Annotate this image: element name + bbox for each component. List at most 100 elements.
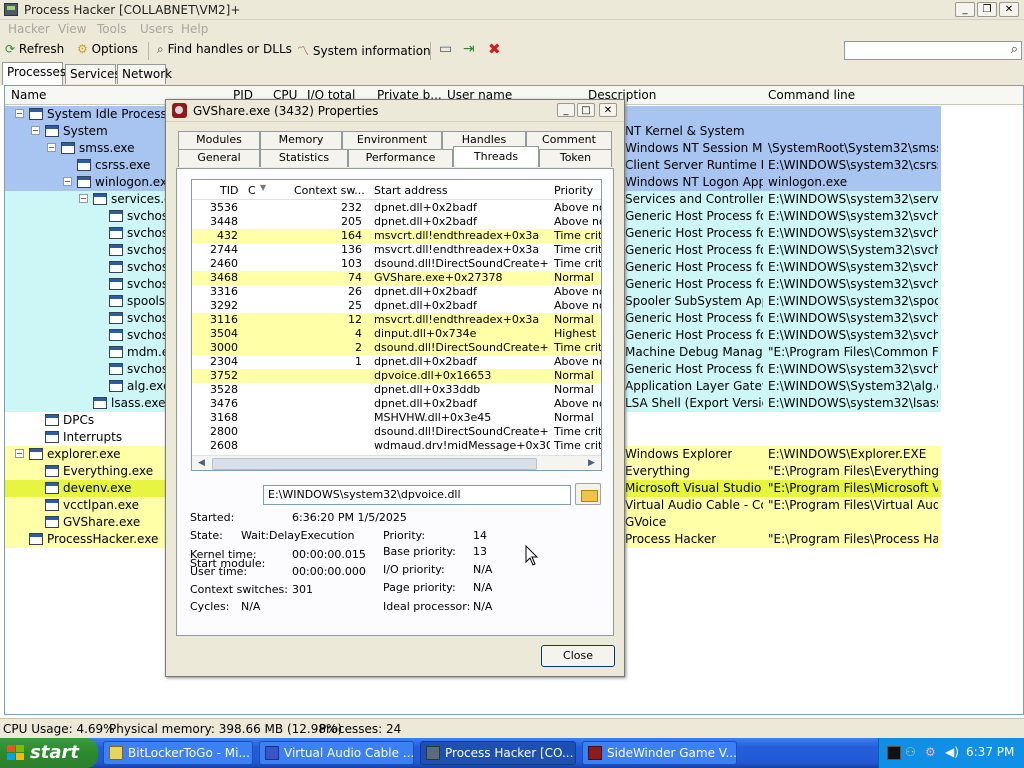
tab-threads[interactable]: Threads — [453, 146, 539, 167]
taskbar-item-sidewinder[interactable]: SideWinder Game V... — [582, 741, 737, 765]
column-priority[interactable]: Priority — [554, 184, 593, 197]
folder-icon[interactable] — [575, 483, 601, 505]
thread-row[interactable]: 3468 74 GVShare.exe+0x27378 Normal — [192, 271, 601, 285]
thread-row[interactable]: 432 164 msvcrt.dll!endthreadex+0x3a Time cr… — [192, 229, 601, 243]
expand-toggle-icon[interactable]: − — [15, 109, 24, 118]
thread-row[interactable]: 2744 136 msvcrt.dll!endthreadex+0x3a Time c… — [192, 243, 601, 257]
process-icon — [109, 380, 123, 392]
process-description: Everything — [625, 464, 690, 478]
start-module-field[interactable]: E:\WINDOWS\system32\dpvoice.dll — [263, 485, 571, 505]
taskbar-item-virtual-audio-cable[interactable]: Virtual Audio Cable ... — [259, 741, 414, 765]
close-button[interactable]: Close — [541, 645, 615, 667]
menu-view[interactable]: View — [58, 22, 86, 36]
column-command-line[interactable]: Command line — [768, 88, 855, 102]
thread-tid: 2304 — [210, 355, 238, 368]
column-start-address[interactable]: Start address — [374, 184, 448, 197]
window-go-icon[interactable]: ⇥ — [463, 41, 475, 57]
thread-row[interactable]: 2800 dsound.dll!DirectSoundCreate+... Time… — [192, 425, 601, 439]
tab-general[interactable]: General — [178, 149, 260, 167]
scroll-thumb[interactable] — [212, 458, 537, 470]
search-input[interactable]: ⌕ — [844, 41, 1022, 60]
process-name: Everything.exe — [63, 464, 154, 478]
thread-row[interactable]: 3168 MSHVHW.dll+0x3e45 Normal — [192, 411, 601, 425]
thread-context-switches: 4 — [355, 327, 362, 340]
process-icon — [77, 176, 91, 188]
expand-toggle-icon[interactable]: − — [63, 177, 72, 186]
tray-network-icon[interactable]: ⚇ — [905, 745, 916, 759]
maximize-button[interactable]: ❐ — [977, 2, 997, 17]
threads-horizontal-scrollbar[interactable]: ◀ ▶ — [192, 455, 601, 470]
process-command-line: E:\WINDOWS\system32\svch... — [768, 260, 938, 274]
options-label: Options — [91, 42, 138, 56]
thread-priority: Above no... — [554, 355, 601, 368]
taskbar-item-bitlocker[interactable]: BitLockerToGo - Mi... — [103, 741, 253, 765]
expand-toggle-icon[interactable]: − — [79, 194, 88, 203]
tray-volume-icon[interactable]: ◀) — [945, 745, 959, 759]
process-icon — [45, 516, 59, 528]
tab-memory[interactable]: Memory — [260, 131, 342, 149]
thread-row[interactable]: 3528 dpnet.dll+0x33ddb Normal — [192, 383, 601, 397]
minimize-button[interactable]: _ — [955, 2, 975, 17]
thread-row[interactable]: 3000 2 dsound.dll!DirectSoundCreate+... Tim… — [192, 341, 601, 355]
thread-row[interactable]: 3316 26 dpnet.dll+0x2badf Above no... — [192, 285, 601, 299]
find-handles-button[interactable]: ⌕ Find handles or DLLs — [157, 42, 292, 57]
thread-row[interactable]: 2460 103 dsound.dll!DirectSoundCreate+... T… — [192, 257, 601, 271]
options-button[interactable]: ⚙ Options — [77, 42, 138, 56]
system-information-button[interactable]: 〽 System information — [297, 42, 431, 59]
process-description: Generic Host Process for Win3... — [625, 362, 763, 376]
expand-toggle-icon[interactable]: − — [47, 143, 56, 152]
thread-row[interactable]: 3476 dpnet.dll+0x2badf Above no... — [192, 397, 601, 411]
tab-modules[interactable]: Modules — [178, 131, 260, 149]
thread-row[interactable]: 3292 25 dpnet.dll+0x2badf Above no... — [192, 299, 601, 313]
search-icon[interactable]: ⌕ — [1011, 42, 1018, 57]
refresh-button[interactable]: ⟳ Refresh — [5, 42, 64, 56]
process-icon — [93, 193, 107, 205]
column-context-switches[interactable]: Context sw... — [294, 184, 365, 197]
tab-processes[interactable]: Processes — [2, 62, 66, 85]
menu-hacker[interactable]: Hacker — [8, 22, 50, 36]
thread-start-address: dpnet.dll+0x2badf — [374, 355, 477, 368]
tab-statistics[interactable]: Statistics — [260, 149, 348, 167]
dialog-minimize-button[interactable]: _ — [557, 103, 575, 117]
close-window-button[interactable]: ✕ — [999, 2, 1019, 17]
process-description: Virtual Audio Cable - Control ... — [625, 498, 763, 512]
tray-gvoice-icon[interactable]: ⚙ — [925, 745, 936, 759]
tab-network[interactable]: Network — [117, 64, 172, 84]
thread-row[interactable]: 3448 205 dpnet.dll+0x2badf Above no... — [192, 215, 601, 229]
start-button[interactable]: start — [0, 738, 98, 768]
scroll-right-icon[interactable]: ▶ — [588, 458, 595, 468]
thread-row[interactable]: 2608 wdmaud.drv!midMessage+0x306 Time crit… — [192, 439, 601, 453]
menu-tools[interactable]: Tools — [97, 22, 127, 36]
thread-row[interactable]: 3752 dpvoice.dll+0x16653 Normal — [192, 369, 601, 383]
tab-performance[interactable]: Performance — [348, 149, 453, 167]
thread-row[interactable]: 3116 12 msvcrt.dll!endthreadex+0x3a Normal — [192, 313, 601, 327]
menu-help[interactable]: Help — [181, 22, 208, 36]
column-name[interactable]: Name — [11, 88, 46, 102]
dialog-close-icon[interactable]: ✕ — [599, 103, 617, 117]
thread-start-address: dpvoice.dll+0x16653 — [374, 369, 492, 382]
tab-services[interactable]: Services — [65, 64, 121, 84]
column-tid[interactable]: TID — [220, 184, 238, 197]
terminate-icon[interactable]: ✖ — [488, 40, 501, 58]
thread-row[interactable]: 3536 232 dpnet.dll+0x2badf Above no... — [192, 201, 601, 215]
expand-toggle-icon[interactable]: − — [31, 126, 40, 135]
thread-row[interactable]: 2304 1 dpnet.dll+0x2badf Above no... — [192, 355, 601, 369]
scroll-left-icon[interactable]: ◀ — [198, 458, 205, 468]
menu-users[interactable]: Users — [140, 22, 174, 36]
process-command-line: "E:\Program Files\Everything\... — [768, 464, 938, 478]
expand-toggle-icon[interactable]: − — [15, 449, 24, 458]
tab-token[interactable]: Token — [539, 149, 612, 167]
column-cpu-short[interactable]: C — [248, 184, 256, 197]
tab-environment[interactable]: Environment — [342, 131, 442, 149]
taskbar-item-label: BitLockerToGo - Mi... — [128, 746, 250, 760]
thread-tid: 432 — [217, 229, 238, 242]
thread-start-address: msvcrt.dll!endthreadex+0x3a — [374, 229, 540, 242]
tray-console-icon[interactable] — [887, 746, 901, 760]
page-priority-value: N/A — [473, 581, 493, 594]
window-icon[interactable]: ▭ — [439, 41, 452, 57]
process-name: GVShare.exe — [63, 515, 141, 529]
thread-row[interactable]: 3504 4 dinput.dll+0x734e Highest — [192, 327, 601, 341]
taskbar-item-process-hacker[interactable]: Process Hacker [CO... — [420, 741, 576, 765]
system-tray: ⚇ ⚙ ◀) 6:37 PM — [878, 738, 1024, 768]
dialog-maximize-button[interactable]: □ — [577, 103, 595, 117]
